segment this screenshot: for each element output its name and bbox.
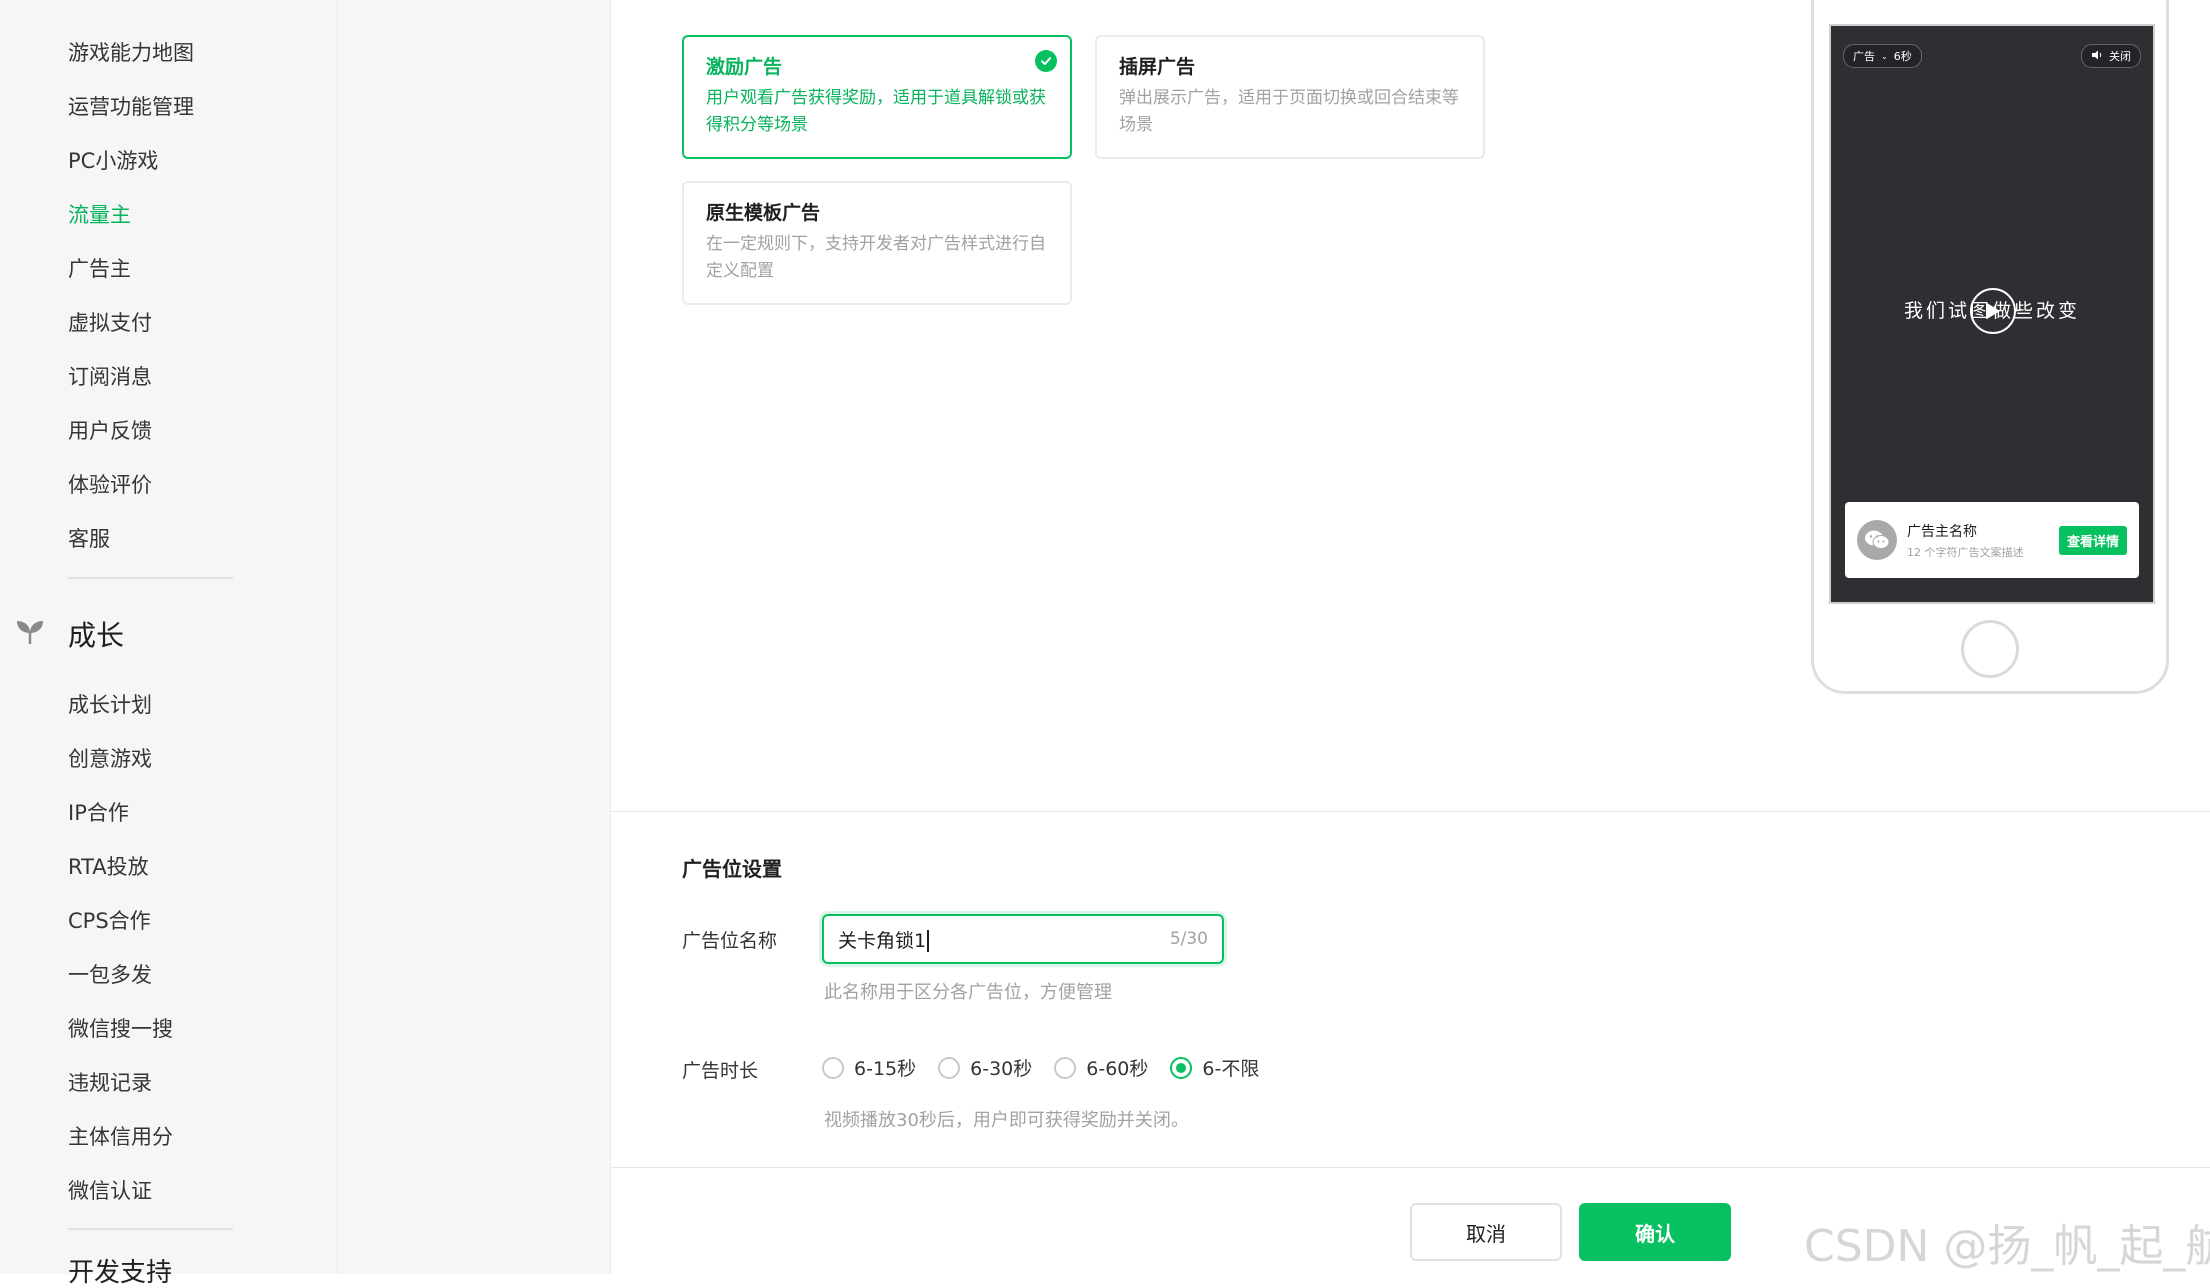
ad-type-description: 在一定规则下，支持开发者对广告样式进行自定义配置: [706, 234, 1046, 281]
name-field-label: 广告位名称: [682, 930, 778, 952]
sidebar-item-rta-delivery[interactable]: RTA投放: [68, 852, 149, 882]
secondary-column: [338, 0, 611, 1274]
radio-label: 6-60秒: [1086, 1058, 1149, 1080]
sidebar-item-violation-records[interactable]: 违规记录: [68, 1068, 152, 1098]
chevron-down-icon: ⌄: [1881, 51, 1888, 61]
section-divider: [611, 811, 2210, 812]
sidebar-item-experience-rating[interactable]: 体验评价: [68, 470, 152, 500]
ad-type-card-rewarded[interactable]: 激励广告 用户观看广告获得奖励，适用于道具解锁或获得积分等场景: [682, 35, 1072, 159]
view-details-button[interactable]: 查看详情: [2058, 525, 2127, 555]
sidebar-item-multi-package[interactable]: 一包多发: [68, 960, 152, 990]
footer-divider: [611, 1167, 2210, 1168]
sidebar-section-dev-support[interactable]: 开发支持: [68, 1258, 172, 1288]
input-value-wrap: 关卡角锁1: [838, 926, 1170, 953]
sidebar-item-creative-games[interactable]: 创意游戏: [68, 744, 152, 774]
countdown: 6秒: [1893, 50, 1912, 63]
sidebar-item-user-feedback[interactable]: 用户反馈: [68, 416, 152, 446]
ad-type-description: 弹出展示广告，适用于页面切换或回合结束等场景: [1119, 88, 1459, 135]
radio-button[interactable]: [822, 1056, 844, 1079]
sidebar-item-customer-service[interactable]: 客服: [68, 524, 110, 554]
ad-type-title: 插屏广告: [1119, 56, 1196, 78]
radio-label: 6-15秒: [854, 1058, 917, 1080]
check-icon: [1035, 50, 1057, 72]
mute-close-pill[interactable]: 关闭: [2081, 44, 2141, 68]
sidebar-item-ip-cooperation[interactable]: IP合作: [68, 798, 129, 828]
phone-screen: 广告 ⌄ 6秒 关闭 我们试图做些改变 广告主名称: [1829, 24, 2155, 604]
ad-banner[interactable]: 广告主名称 12 个字符广告文案描述 查看详情: [1845, 502, 2139, 578]
ad-type-title: 原生模板广告: [706, 202, 821, 224]
settings-title: 广告位设置: [682, 857, 782, 881]
sidebar-item-subscription-messages[interactable]: 订阅消息: [68, 362, 152, 392]
ad-slot-name-input[interactable]: 关卡角锁1 5/30: [822, 914, 1224, 964]
speaker-icon: [2091, 50, 2103, 63]
close-label: 关闭: [2109, 50, 2131, 63]
sidebar-item-cps-cooperation[interactable]: CPS合作: [68, 906, 151, 936]
text-caret: [927, 930, 930, 952]
sidebar-item-growth-plan[interactable]: 成长计划: [68, 690, 152, 720]
duration-option-6-unlimited[interactable]: 6-不限: [1170, 1054, 1259, 1081]
duration-radio-group: 6-15秒 6-30秒 6-60秒 6-不限: [822, 1054, 1281, 1081]
ad-tag-pill[interactable]: 广告 ⌄ 6秒: [1843, 44, 1922, 68]
watermark: CSDN @扬_帆_起_航: [1804, 1221, 2210, 1272]
confirm-button[interactable]: 确认: [1579, 1203, 1731, 1261]
duration-option-6-15[interactable]: 6-15秒: [822, 1054, 916, 1081]
sidebar-item-credit-score[interactable]: 主体信用分: [68, 1122, 173, 1152]
sidebar-item-wechat-search[interactable]: 微信搜一搜: [68, 1014, 173, 1044]
play-icon[interactable]: [1970, 288, 2016, 334]
ad-type-card-interstitial[interactable]: 插屏广告 弹出展示广告，适用于页面切换或回合结束等场景: [1095, 35, 1485, 159]
radio-label: 6-30秒: [970, 1058, 1033, 1080]
name-hint: 此名称用于区分各广告位，方便管理: [824, 982, 1112, 1003]
sidebar-item-traffic-owner[interactable]: 流量主: [68, 200, 131, 230]
duration-option-6-30[interactable]: 6-30秒: [938, 1054, 1032, 1081]
sidebar-item-operations-management[interactable]: 运营功能管理: [68, 92, 194, 122]
duration-field-label: 广告时长: [682, 1060, 759, 1082]
section-title: 成长: [68, 619, 125, 652]
radio-button-selected[interactable]: [1170, 1056, 1193, 1079]
sidebar-item-wechat-verification[interactable]: 微信认证: [68, 1176, 152, 1206]
phone-preview: 广告 ⌄ 6秒 关闭 我们试图做些改变 广告主名称: [1811, 0, 2169, 694]
sprout-icon: [14, 618, 46, 650]
wechat-icon: [1857, 520, 1897, 560]
sidebar-section-growth[interactable]: 成长: [14, 614, 124, 654]
sidebar-divider: [68, 577, 233, 579]
advertiser-name: 广告主名称: [1907, 523, 1977, 540]
home-button: [1961, 620, 2019, 678]
char-count: 5/30: [1169, 929, 1208, 949]
ad-tag: 广告: [1853, 50, 1875, 63]
left-sidebar: 游戏能力地图 运营功能管理 PC小游戏 流量主 广告主 虚拟支付 订阅消息 用户…: [0, 0, 338, 1288]
cancel-button[interactable]: 取消: [1410, 1203, 1562, 1261]
ad-type-title: 激励广告: [706, 56, 783, 78]
sidebar-item-pc-minigame[interactable]: PC小游戏: [68, 146, 158, 176]
radio-button[interactable]: [938, 1056, 961, 1079]
radio-label: 6-不限: [1202, 1058, 1260, 1080]
input-value: 关卡角锁1: [838, 929, 927, 952]
radio-button[interactable]: [1054, 1056, 1077, 1079]
sidebar-divider: [68, 1228, 233, 1230]
duration-option-6-60[interactable]: 6-60秒: [1054, 1054, 1148, 1081]
sidebar-item-advertiser[interactable]: 广告主: [68, 254, 131, 284]
sidebar-item-virtual-payment[interactable]: 虚拟支付: [68, 308, 152, 338]
duration-hint: 视频播放30秒后，用户即可获得奖励并关闭。: [824, 1110, 1189, 1131]
ad-type-description: 用户观看广告获得奖励，适用于道具解锁或获得积分等场景: [706, 88, 1046, 135]
sidebar-item-game-capability-map[interactable]: 游戏能力地图: [68, 38, 194, 68]
advertiser-description: 12 个字符广告文案描述: [1907, 545, 2024, 559]
ad-type-card-native-template[interactable]: 原生模板广告 在一定规则下，支持开发者对广告样式进行自定义配置: [682, 181, 1072, 305]
